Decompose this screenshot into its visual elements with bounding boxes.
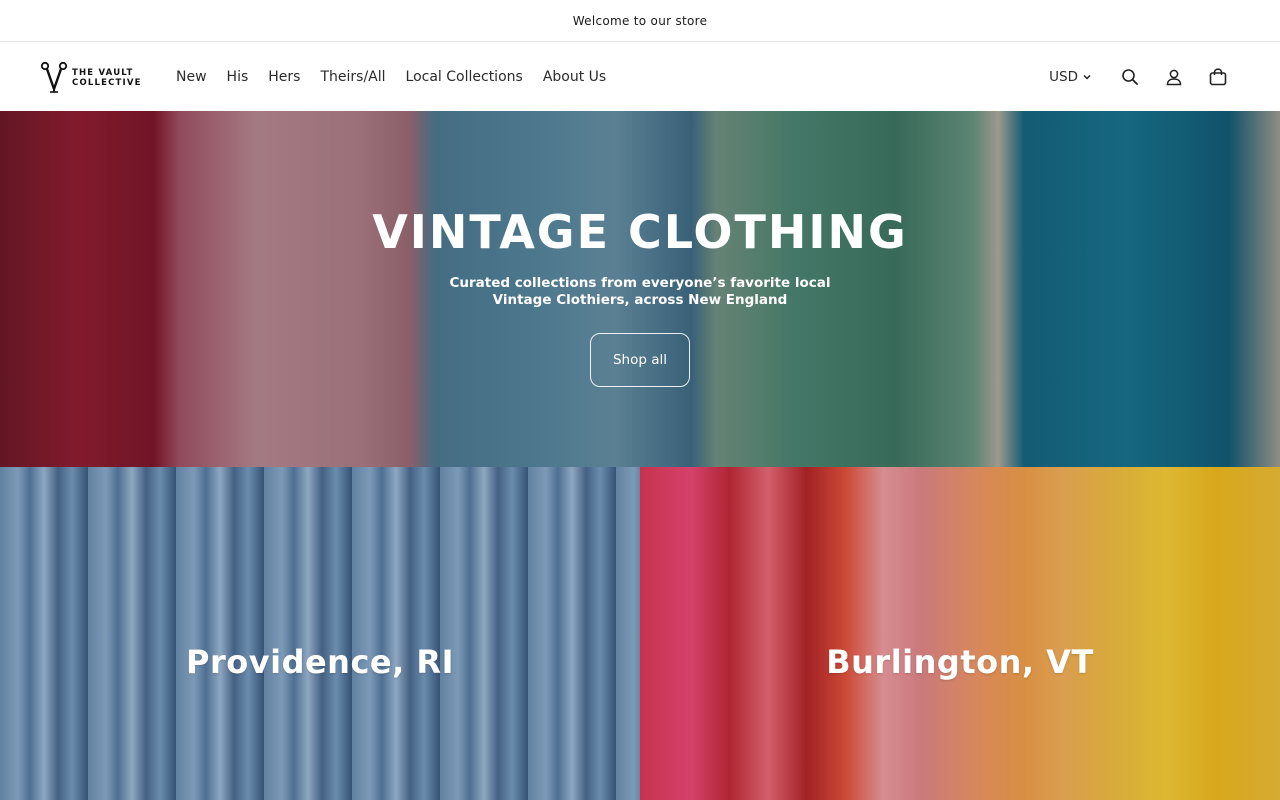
nav-item-new[interactable]: New: [166, 69, 217, 85]
collection-tile-providence[interactable]: Providence, RI: [0, 467, 640, 800]
main-nav: New His Hers Theirs/All Local Collection…: [166, 69, 616, 85]
nav-item-about-us[interactable]: About Us: [533, 69, 616, 85]
nav-item-his[interactable]: His: [217, 69, 259, 85]
store-logo[interactable]: THE VAULT COLLECTIVE: [40, 61, 148, 93]
currency-selector[interactable]: USD: [1049, 69, 1092, 85]
hero-subtitle: Curated collections from everyone’s favo…: [449, 275, 831, 308]
chevron-down-icon: [1083, 74, 1091, 80]
search-icon: [1122, 68, 1138, 85]
account-icon: [1166, 69, 1182, 85]
tile-overlay: [640, 467, 1280, 800]
nav-item-local-collections[interactable]: Local Collections: [396, 69, 533, 85]
logo-line-1: THE VAULT: [72, 68, 134, 78]
collection-label: Providence, RI: [186, 643, 454, 681]
hero-banner: VINTAGE CLOTHING Curated collections fro…: [0, 111, 1280, 467]
collection-tile-burlington[interactable]: Burlington, VT: [640, 467, 1280, 800]
nav-item-theirs-all[interactable]: Theirs/All: [310, 69, 395, 85]
site-header: THE VAULT COLLECTIVE New His Hers Theirs…: [0, 42, 1280, 111]
announcement-bar: Welcome to our store: [0, 0, 1280, 42]
currency-label: USD: [1049, 68, 1078, 85]
shop-all-button[interactable]: Shop all: [590, 333, 690, 387]
cart-icon: [1209, 67, 1227, 85]
hero-title: VINTAGE CLOTHING: [372, 205, 908, 259]
search-button[interactable]: [1108, 55, 1152, 99]
cart-button[interactable]: [1196, 55, 1240, 99]
account-button[interactable]: [1152, 55, 1196, 99]
logo-line-2: COLLECTIVE: [72, 78, 142, 88]
tile-overlay: [0, 467, 640, 800]
hero-content: VINTAGE CLOTHING Curated collections fro…: [0, 111, 1280, 467]
nav-item-hers[interactable]: Hers: [258, 69, 310, 85]
announcement-text: Welcome to our store: [572, 13, 708, 28]
vault-logo-icon: [40, 61, 68, 93]
header-actions: USD: [1049, 55, 1240, 99]
collection-label: Burlington, VT: [826, 643, 1094, 681]
collections-grid: Providence, RI Burlington, VT: [0, 467, 1280, 800]
